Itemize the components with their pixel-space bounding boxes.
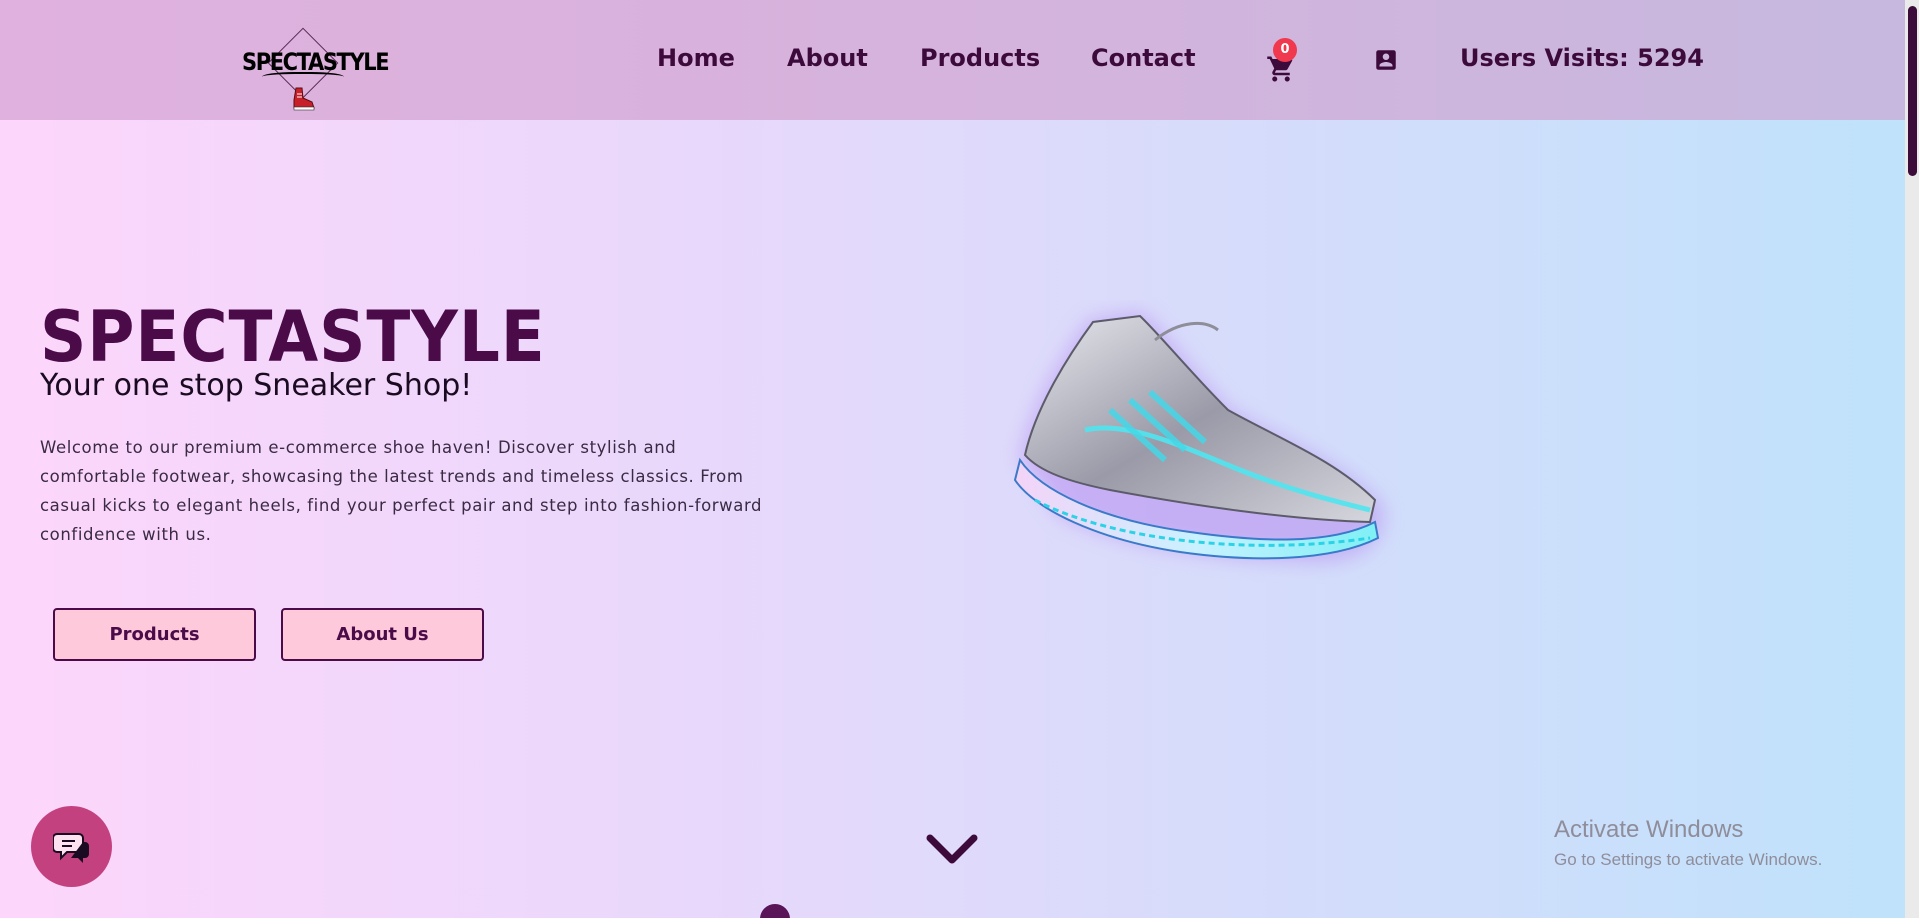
page: SPECTASTYLE Home About Products Contact … — [0, 0, 1905, 918]
nav-contact[interactable]: Contact — [1091, 44, 1196, 72]
account-box-icon[interactable] — [1373, 47, 1399, 73]
logo-shoe-icon — [293, 87, 315, 111]
about-us-button[interactable]: About Us — [281, 608, 484, 661]
logo-script-underline — [262, 72, 344, 84]
chat-button[interactable] — [31, 806, 112, 887]
nav-home[interactable]: Home — [657, 44, 735, 72]
user-visits-counter: Users Visits: 5294 — [1460, 44, 1704, 72]
hero-title: SPECTASTYLE — [40, 296, 546, 378]
scroll-indicator-dot — [760, 904, 790, 918]
site-header: SPECTASTYLE Home About Products Contact … — [0, 0, 1905, 120]
windows-activation-watermark: Activate Windows Go to Settings to activ… — [1554, 816, 1822, 870]
scrollbar-thumb[interactable] — [1908, 6, 1917, 176]
chevron-down-icon[interactable] — [924, 832, 980, 868]
nav-products[interactable]: Products — [920, 44, 1040, 72]
chat-bubbles-icon — [53, 833, 89, 863]
hero-sneaker-image — [1013, 312, 1384, 562]
page-scrollbar[interactable] — [1905, 0, 1919, 918]
watermark-subtitle: Go to Settings to activate Windows. — [1554, 850, 1823, 869]
site-logo[interactable]: SPECTASTYLE — [240, 27, 390, 116]
nav-about[interactable]: About — [787, 44, 868, 72]
hero-subtitle: Your one stop Sneaker Shop! — [40, 368, 473, 403]
hero-description: Welcome to our premium e-commerce shoe h… — [40, 438, 763, 544]
cart-count-badge: 0 — [1273, 38, 1297, 62]
watermark-title: Activate Windows — [1554, 816, 1744, 843]
products-button[interactable]: Products — [53, 608, 256, 661]
